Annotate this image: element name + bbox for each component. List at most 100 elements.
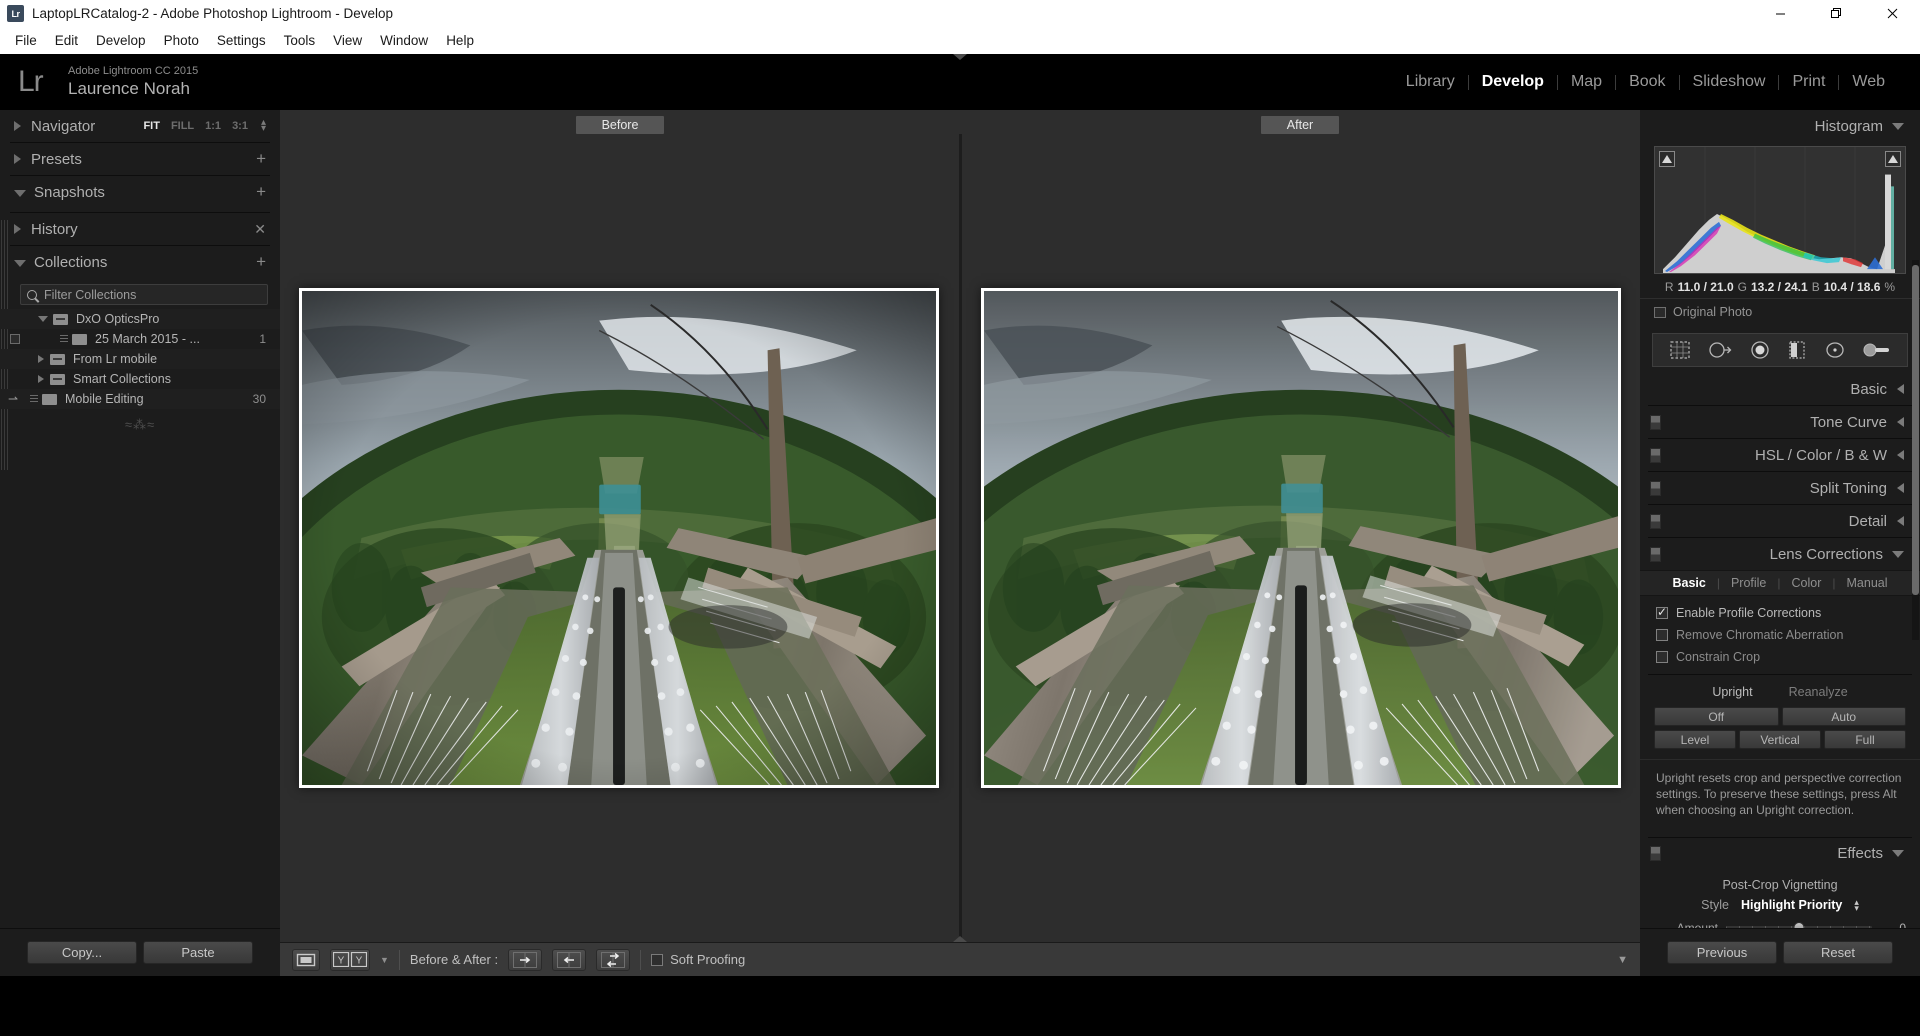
- panel-header-collections[interactable]: Collections +: [0, 246, 280, 278]
- panel-header-effects[interactable]: Effects: [1640, 838, 1920, 870]
- menu-window[interactable]: Window: [371, 30, 437, 51]
- before-after-compare-button[interactable]: Y Y: [330, 948, 370, 971]
- close-button[interactable]: [1864, 0, 1920, 27]
- copy-before-settings-button[interactable]: [508, 948, 543, 971]
- chevron-left-icon[interactable]: [1897, 516, 1904, 526]
- panel-header-snapshots[interactable]: Snapshots +: [0, 176, 280, 208]
- module-slideshow[interactable]: Slideshow: [1680, 73, 1779, 91]
- collection-item-dxo-opticspro[interactable]: DxO OpticsPro: [0, 309, 280, 329]
- upright-full-button[interactable]: Full: [1824, 730, 1906, 749]
- chevron-left-icon[interactable]: [1897, 417, 1904, 427]
- chevron-left-icon[interactable]: [1897, 450, 1904, 460]
- minimize-button[interactable]: [1752, 0, 1808, 27]
- split-toning-switch[interactable]: [1650, 480, 1661, 496]
- menu-edit[interactable]: Edit: [46, 30, 87, 51]
- compare-mode-dropdown-icon[interactable]: ▼: [380, 955, 389, 965]
- toolbar-options-caret-icon[interactable]: ▼: [1617, 954, 1628, 966]
- crop-overlay-tool[interactable]: [1669, 340, 1691, 360]
- graduated-filter-tool[interactable]: [1787, 340, 1807, 360]
- module-library[interactable]: Library: [1393, 73, 1468, 91]
- add-preset-icon[interactable]: +: [256, 150, 266, 167]
- zoom-stepper-icon[interactable]: ▴ ▾: [261, 118, 266, 134]
- chevron-down-icon[interactable]: [14, 259, 26, 267]
- chevron-left-icon[interactable]: [1897, 483, 1904, 493]
- upright-off-button[interactable]: Off: [1654, 707, 1779, 726]
- menu-view[interactable]: View: [324, 30, 371, 51]
- chevron-left-icon[interactable]: [1897, 384, 1904, 394]
- remove-chromatic-aberration-checkbox[interactable]: [1656, 629, 1668, 641]
- spot-removal-tool[interactable]: [1708, 340, 1732, 360]
- menu-photo[interactable]: Photo: [155, 30, 208, 51]
- menu-help[interactable]: Help: [437, 30, 483, 51]
- copy-button[interactable]: Copy...: [27, 941, 137, 964]
- adjustment-brush-tool[interactable]: [1863, 340, 1891, 360]
- identity-plate[interactable]: Adobe Lightroom CC 2015 Laurence Norah: [68, 65, 198, 100]
- slider-knob[interactable]: [1793, 922, 1805, 928]
- vignette-amount-slider-row[interactable]: Amount 0: [1640, 918, 1920, 928]
- chevron-down-icon[interactable]: [1892, 122, 1904, 130]
- panel-header-split-toning[interactable]: Split Toning: [1640, 472, 1920, 504]
- module-print[interactable]: Print: [1779, 73, 1838, 91]
- detail-switch[interactable]: [1650, 513, 1661, 529]
- upright-level-button[interactable]: Level: [1654, 730, 1736, 749]
- enable-profile-corrections-checkbox[interactable]: [1656, 605, 1668, 619]
- panel-header-hsl-color-bw[interactable]: HSL / Color / B & W: [1640, 439, 1920, 471]
- add-collection-icon[interactable]: +: [256, 253, 266, 270]
- chevron-right-icon[interactable]: [14, 154, 21, 164]
- panel-header-tone-curve[interactable]: Tone Curve: [1640, 406, 1920, 438]
- vignette-style-row[interactable]: Style Highlight Priority ▴ ▾: [1640, 897, 1920, 918]
- constrain-crop-checkbox[interactable]: [1656, 651, 1668, 663]
- panel-header-presets[interactable]: Presets +: [0, 143, 280, 175]
- panel-header-histogram[interactable]: Histogram: [1640, 110, 1920, 142]
- before-photo-pane[interactable]: [280, 134, 959, 942]
- upright-vertical-button[interactable]: Vertical: [1739, 730, 1821, 749]
- menu-tools[interactable]: Tools: [275, 30, 325, 51]
- panel-header-navigator[interactable]: Navigator FIT FILL 1:1 3:1 ▴ ▾: [0, 110, 280, 142]
- histogram-graph[interactable]: [1654, 146, 1906, 274]
- bottom-panel-toggle-caret[interactable]: [953, 936, 967, 942]
- zoom-3-1[interactable]: 3:1: [232, 120, 248, 132]
- menu-develop[interactable]: Develop: [87, 30, 155, 51]
- hsl-switch[interactable]: [1650, 447, 1661, 463]
- clear-history-icon[interactable]: ✕: [254, 221, 266, 238]
- tab-lens-profile[interactable]: Profile: [1723, 576, 1774, 590]
- panel-header-basic[interactable]: Basic: [1640, 373, 1920, 405]
- top-panel-toggle-caret[interactable]: [953, 54, 967, 60]
- copy-after-settings-button[interactable]: [552, 948, 587, 971]
- panel-header-detail[interactable]: Detail: [1640, 505, 1920, 537]
- chevron-down-icon[interactable]: [38, 316, 48, 322]
- upright-auto-button[interactable]: Auto: [1781, 707, 1906, 726]
- soft-proofing-checkbox[interactable]: [651, 953, 664, 966]
- chevron-right-icon[interactable]: [14, 224, 21, 234]
- vignette-style-value[interactable]: Highlight Priority: [1741, 898, 1842, 912]
- module-develop[interactable]: Develop: [1469, 73, 1557, 91]
- module-map[interactable]: Map: [1558, 73, 1615, 91]
- soft-proofing-toggle[interactable]: Soft Proofing: [651, 952, 745, 967]
- chevron-down-icon[interactable]: [1892, 550, 1904, 558]
- collection-item-from-lr-mobile[interactable]: From Lr mobile: [0, 349, 280, 369]
- paste-button[interactable]: Paste: [143, 941, 253, 964]
- module-book[interactable]: Book: [1616, 73, 1678, 91]
- collection-item-25-march-2015[interactable]: 25 March 2015 - ... 1: [0, 329, 280, 349]
- tab-lens-color[interactable]: Color: [1784, 576, 1830, 590]
- chevron-down-icon[interactable]: [1892, 850, 1904, 858]
- tab-lens-basic[interactable]: Basic: [1664, 576, 1713, 590]
- menu-settings[interactable]: Settings: [208, 30, 275, 51]
- after-photo-pane[interactable]: [962, 134, 1641, 942]
- remove-chromatic-aberration-row[interactable]: Remove Chromatic Aberration: [1640, 624, 1920, 646]
- drag-handle-icon[interactable]: [60, 335, 68, 343]
- right-panel-scroll-thumb[interactable]: [1912, 265, 1919, 595]
- drag-handle-icon[interactable]: [30, 395, 38, 403]
- vignette-amount-slider[interactable]: [1726, 922, 1872, 928]
- radial-filter-tool[interactable]: [1824, 340, 1846, 360]
- chevron-right-icon[interactable]: [38, 375, 44, 383]
- reanalyze-button[interactable]: Reanalyze: [1789, 685, 1848, 699]
- previous-button[interactable]: Previous: [1667, 941, 1777, 964]
- loupe-view-button[interactable]: [292, 948, 320, 971]
- tab-lens-manual[interactable]: Manual: [1839, 576, 1896, 590]
- menu-file[interactable]: File: [6, 30, 46, 51]
- style-stepper-icon[interactable]: ▴ ▾: [1854, 897, 1859, 912]
- panel-header-history[interactable]: History ✕: [0, 213, 280, 245]
- zoom-fit[interactable]: FIT: [143, 120, 160, 132]
- collection-item-mobile-editing[interactable]: ⇀ Mobile Editing 30: [0, 389, 280, 409]
